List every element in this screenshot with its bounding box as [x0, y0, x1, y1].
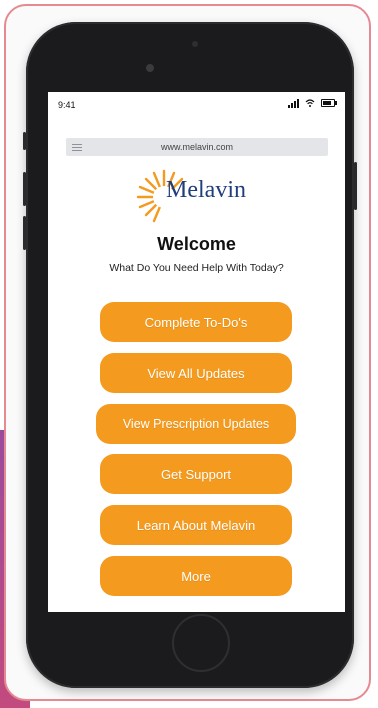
earpiece-speaker [192, 41, 198, 47]
brand-wordmark: Melavin [166, 177, 246, 203]
learn-about-melavin-button[interactable]: Learn About Melavin [100, 505, 292, 545]
status-time: 9:41 [58, 100, 76, 110]
hamburger-menu-icon[interactable] [72, 143, 82, 151]
status-icons [288, 98, 337, 108]
phone-screen: 9:41 www.melavin.com Melavin Welcome Wha… [48, 92, 345, 612]
get-support-button[interactable]: Get Support [100, 454, 292, 494]
signal-icon [288, 98, 299, 108]
mute-switch [23, 132, 26, 150]
more-button[interactable]: More [100, 556, 292, 596]
power-button [354, 162, 357, 210]
view-all-updates-button[interactable]: View All Updates [100, 353, 292, 393]
page-title: Welcome [157, 234, 236, 254]
view-prescription-updates-button[interactable]: View Prescription Updates [96, 404, 296, 444]
wifi-icon [305, 99, 315, 107]
battery-icon [321, 99, 337, 107]
front-camera [146, 64, 154, 72]
page-subtitle: What Do You Need Help With Today? [109, 262, 284, 274]
complete-todos-button[interactable]: Complete To-Do's [100, 302, 292, 342]
volume-up-button [23, 172, 26, 206]
address-bar-url[interactable]: www.melavin.com [82, 142, 328, 152]
melavin-logo: Melavin [134, 167, 264, 223]
browser-address-bar[interactable]: www.melavin.com [66, 138, 328, 156]
volume-down-button [23, 216, 26, 250]
home-button[interactable] [172, 614, 230, 672]
